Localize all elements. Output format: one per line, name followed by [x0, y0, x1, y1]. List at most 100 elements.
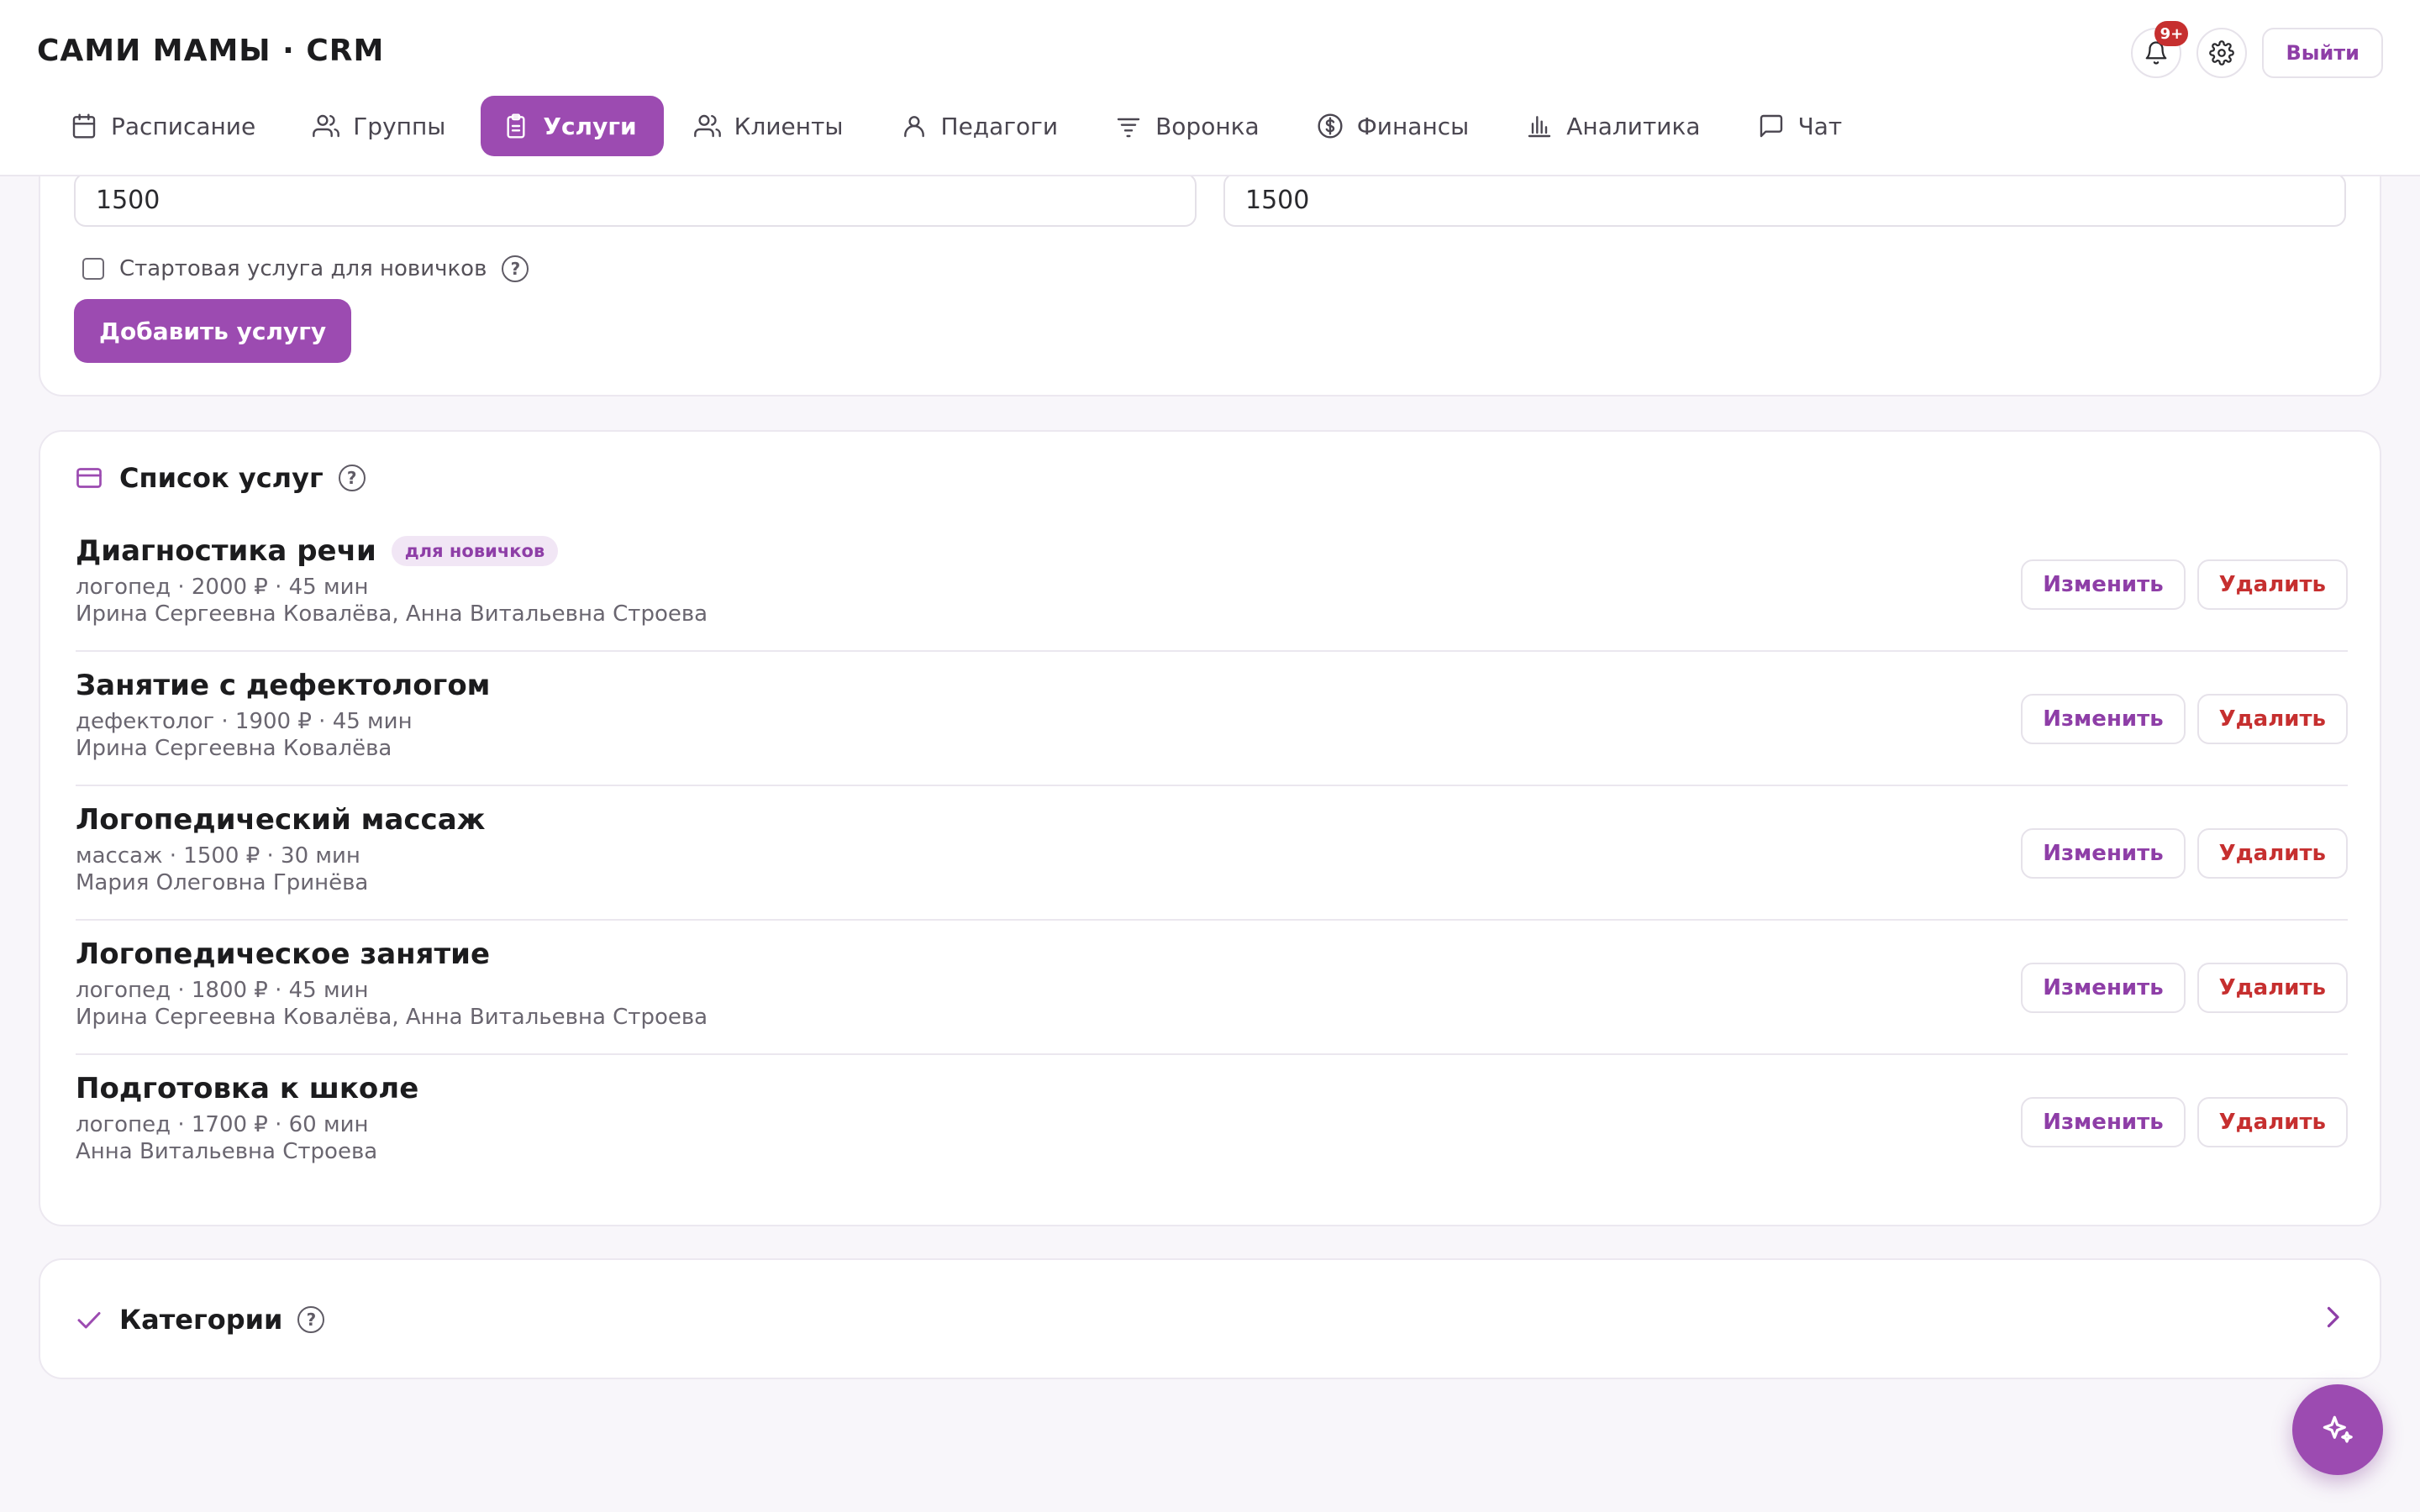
bar-chart-icon	[1528, 116, 1551, 138]
nav-item-schedule[interactable]: Расписание	[49, 96, 282, 156]
services-list-header: Список услуг ?	[74, 462, 366, 494]
notifications-badge: 9+	[2154, 21, 2189, 46]
app-title: САМИ МАМЫ · CRM	[37, 34, 385, 68]
nav-item-services[interactable]: Услуги	[481, 96, 664, 156]
nav-item-label: Группы	[353, 112, 446, 140]
card-icon	[76, 468, 102, 488]
sparkle-icon	[2323, 1415, 2353, 1443]
newcomer-badge: для новичков	[391, 536, 559, 566]
delete-button[interactable]: Удалить	[2196, 694, 2348, 744]
delete-button[interactable]: Удалить	[2196, 963, 2348, 1013]
categories-title: Категории	[119, 1304, 283, 1336]
price-second-input[interactable]: 1500	[1223, 173, 2346, 227]
service-actions: Изменить Удалить	[2021, 1097, 2348, 1147]
service-actions: Изменить Удалить	[2021, 963, 2348, 1013]
price-input[interactable]: 1500	[74, 173, 1197, 227]
nav-item-label: Услуги	[543, 112, 637, 140]
service-title: Логопедический массаж	[76, 803, 486, 837]
service-title-line: Логопедический массаж	[76, 803, 486, 837]
nav-item-label: Аналитика	[1566, 112, 1701, 140]
nav-item-finance[interactable]: Финансы	[1295, 96, 1497, 156]
edit-button[interactable]: Изменить	[2021, 963, 2186, 1013]
dollar-icon	[1318, 113, 1343, 139]
page: 1500 1500 Стартовая услуга для новичков …	[0, 0, 2420, 1512]
service-title: Занятие с дефектологом	[76, 669, 491, 702]
nav-item-label: Клиенты	[734, 112, 844, 140]
price-input-value: 1500	[96, 185, 160, 215]
service-title: Логопедическое занятие	[76, 937, 491, 971]
service-teachers: Ирина Сергеевна Ковалёва, Анна Витальевн…	[76, 1005, 708, 1030]
categories-header: Категории ?	[74, 1304, 325, 1336]
add-service-button[interactable]: Добавить услугу	[74, 299, 352, 363]
service-title: Диагностика речи	[76, 534, 376, 568]
gear-icon	[2209, 40, 2235, 66]
nav-item-funnel[interactable]: Воронка	[1093, 96, 1286, 156]
notifications-button[interactable]: 9+	[2131, 21, 2189, 78]
service-teachers: Ирина Сергеевна Ковалёва, Анна Витальевн…	[76, 601, 708, 627]
nav-item-label: Педагоги	[940, 112, 1059, 140]
service-row: Подготовка к школе логопед · 1700 ₽ · 60…	[76, 1055, 2348, 1189]
chevron-right-icon[interactable]	[2317, 1302, 2348, 1332]
logout-button[interactable]: Выйти	[2262, 28, 2383, 78]
clipboard-icon	[507, 113, 525, 139]
nav-item-label: Воронка	[1155, 112, 1260, 140]
service-teachers: Ирина Сергеевна Ковалёва	[76, 736, 392, 761]
edit-button[interactable]: Изменить	[2021, 828, 2186, 879]
filter-icon	[1117, 118, 1140, 138]
service-row: Логопедическое занятие логопед · 1800 ₽ …	[76, 921, 2348, 1055]
service-meta: массаж · 1500 ₽ · 30 мин	[76, 843, 360, 869]
app-header: САМИ МАМЫ · CRM 9+ Выйти Расписание Груп…	[0, 0, 2420, 176]
nav-item-label: Расписание	[111, 112, 256, 140]
chat-icon	[1760, 114, 1782, 138]
service-row: Занятие с дефектологом дефектолог · 1900…	[76, 652, 2348, 786]
service-teachers: Мария Олеговна Гринёва	[76, 870, 369, 895]
main-nav: Расписание Группы Услуги Клиенты Педагог…	[49, 96, 1869, 156]
ai-assistant-button[interactable]	[2292, 1384, 2383, 1475]
starter-service-label[interactable]: Стартовая услуга для новичков	[119, 256, 487, 281]
services-list-card: Список услуг ? Диагностика речи для нови…	[39, 430, 2381, 1226]
nav-item-label: Чат	[1797, 112, 1843, 140]
settings-button[interactable]	[2196, 28, 2248, 78]
service-row: Диагностика речи для новичков логопед · …	[76, 517, 2348, 652]
categories-card[interactable]: Категории ?	[39, 1258, 2381, 1379]
delete-button[interactable]: Удалить	[2196, 828, 2348, 879]
service-meta: логопед · 1700 ₽ · 60 мин	[76, 1112, 369, 1137]
service-title-line: Подготовка к школе	[76, 1072, 418, 1105]
nav-item-groups[interactable]: Группы	[291, 96, 472, 156]
service-title-line: Логопедическое занятие	[76, 937, 490, 971]
service-title-line: Диагностика речи для новичков	[76, 534, 559, 568]
starter-service-row: Стартовая услуга для новичков ?	[82, 255, 529, 282]
service-meta: логопед · 2000 ₽ · 45 мин	[76, 575, 369, 600]
starter-service-checkbox[interactable]	[82, 258, 104, 280]
service-teachers: Анна Витальевна Строева	[76, 1139, 378, 1164]
calendar-icon	[72, 113, 96, 139]
price-second-input-value: 1500	[1245, 185, 1310, 215]
check-icon	[77, 1312, 101, 1329]
header-actions: 9+ Выйти	[2131, 21, 2383, 78]
nav-item-clients[interactable]: Клиенты	[672, 96, 871, 156]
edit-button[interactable]: Изменить	[2021, 694, 2186, 744]
edit-button[interactable]: Изменить	[2021, 559, 2186, 610]
service-meta: дефектолог · 1900 ₽ · 45 мин	[76, 709, 413, 734]
users-icon	[693, 114, 721, 138]
question-icon[interactable]: ?	[502, 255, 529, 282]
nav-item-label: Финансы	[1356, 112, 1470, 140]
service-actions: Изменить Удалить	[2021, 694, 2348, 744]
services-list-title: Список услуг	[119, 462, 324, 494]
delete-button[interactable]: Удалить	[2196, 1097, 2348, 1147]
user-icon	[903, 116, 924, 138]
nav-item-analytics[interactable]: Аналитика	[1504, 96, 1727, 156]
service-row: Логопедический массаж массаж · 1500 ₽ · …	[76, 786, 2348, 921]
service-actions: Изменить Удалить	[2021, 828, 2348, 879]
service-title-line: Занятие с дефектологом	[76, 669, 490, 702]
service-actions: Изменить Удалить	[2021, 559, 2348, 610]
service-title: Подготовка к школе	[76, 1072, 419, 1105]
delete-button[interactable]: Удалить	[2196, 559, 2348, 610]
nav-item-teachers[interactable]: Педагоги	[879, 96, 1086, 156]
users-icon	[313, 114, 340, 138]
service-meta: логопед · 1800 ₽ · 45 мин	[76, 978, 369, 1003]
question-icon[interactable]: ?	[297, 1306, 325, 1333]
edit-button[interactable]: Изменить	[2021, 1097, 2186, 1147]
question-icon[interactable]: ?	[338, 465, 366, 491]
nav-item-chat[interactable]: Чат	[1736, 96, 1870, 156]
